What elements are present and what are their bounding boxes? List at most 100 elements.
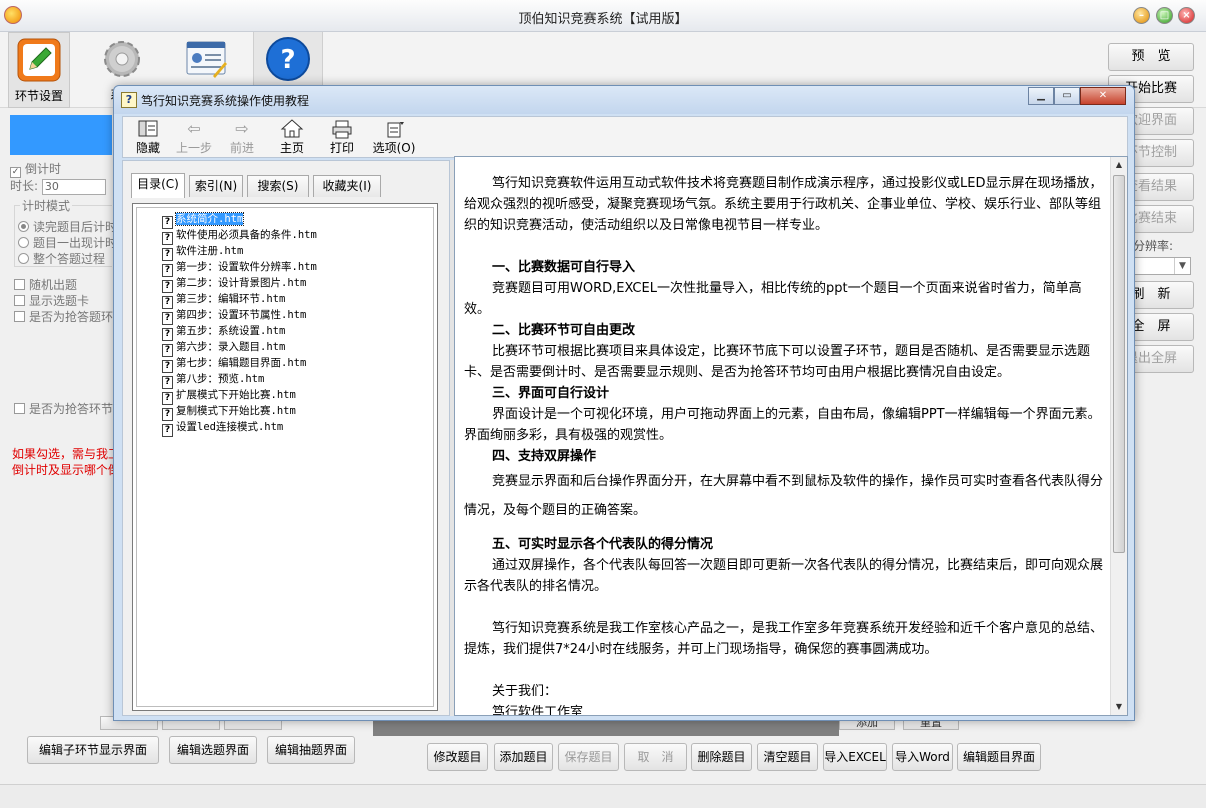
tree-item[interactable]: ? 扩展模式下开始比赛.htm: [162, 388, 296, 405]
scroll-down-icon[interactable]: ▼: [1111, 699, 1127, 715]
tree-item[interactable]: ? 第一步：设置软件分辨率.htm: [162, 260, 317, 277]
quick-answer-checkbox[interactable]: 是否为抢答题环节: [14, 308, 125, 325]
show-cards-label: 显示选题卡: [29, 294, 90, 308]
tree-item[interactable]: ? 第三步：编辑环节.htm: [162, 292, 286, 309]
article-heading-1: 一、比赛数据可自行导入: [492, 260, 636, 275]
article-heading-5: 五、可实时显示各个代表队的得分情况: [492, 537, 714, 552]
toolbar-stage-settings[interactable]: 环节设置: [8, 32, 70, 108]
delete-question-button[interactable]: 删除题目: [691, 743, 752, 771]
radio-read-then-time[interactable]: 读完题目后计时: [18, 218, 117, 235]
tree-item[interactable]: ? 第八步：预览.htm: [162, 372, 265, 389]
maximize-button[interactable]: □: [1156, 7, 1173, 24]
tree-item[interactable]: ? 第五步：系统设置.htm: [162, 324, 285, 341]
tree-item[interactable]: ? 设置led连接模式.htm: [162, 420, 283, 437]
tree-item-label: 扩展模式下开始比赛.htm: [176, 389, 296, 401]
countdown-checkbox[interactable]: ✓ 倒计时: [10, 160, 61, 178]
help-close-button[interactable]: ✕: [1080, 87, 1126, 105]
options-button[interactable]: 选项(O): [369, 119, 419, 157]
article-paragraph-3: 界面设计是一个可视化环境，用户可拖动界面上的元素，自由布局，像编辑PPT一样编辑…: [464, 407, 1101, 443]
tree-item[interactable]: ? 软件注册.htm: [162, 244, 243, 261]
tree-item[interactable]: ? 第四步：设置环节属性.htm: [162, 308, 307, 325]
scrollbar-thumb[interactable]: [1113, 175, 1125, 553]
random-checkbox[interactable]: 随机出题: [14, 276, 77, 293]
help-title-bar[interactable]: ? 笃行知识竞赛系统操作使用教程 ▁ ▭ ✕: [114, 86, 1134, 114]
radio-read-then-time-label: 读完题目后计时: [33, 220, 118, 234]
options-icon: [387, 122, 404, 138]
gear-icon: [104, 41, 140, 77]
status-bar: [0, 784, 1206, 808]
resolution-select[interactable]: ▼: [1133, 257, 1191, 275]
show-cards-checkbox[interactable]: 显示选题卡: [14, 292, 89, 309]
app-title-bar: 顶伯知识竞赛系统【试用版】 – □ ×: [0, 0, 1206, 32]
stage-list-selection[interactable]: [10, 115, 112, 155]
svg-text:?: ?: [280, 45, 295, 75]
cancel-button[interactable]: 取 消: [624, 743, 687, 771]
help-content-pane: 笃行知识竞赛软件运用互动式软件技术将竞赛题目制作成演示程序，通过投影仪或LED显…: [454, 156, 1128, 716]
content-scrollbar[interactable]: ▲ ▼: [1110, 157, 1127, 715]
checkbox-icon: [14, 311, 25, 322]
checkbox-icon: [14, 295, 25, 306]
tab-search[interactable]: 搜索(S): [247, 175, 309, 197]
print-icon: [332, 120, 352, 139]
radio-icon: [18, 253, 29, 264]
import-word-button[interactable]: 导入Word: [892, 743, 953, 771]
print-button[interactable]: 打印: [317, 119, 367, 157]
minimize-button[interactable]: –: [1133, 7, 1150, 24]
back-button[interactable]: ⇦ 上一步: [169, 119, 219, 157]
hide-label: 隐藏: [135, 141, 160, 155]
home-button[interactable]: 主页: [267, 119, 317, 157]
tree-item-label: 软件使用必须具备的条件.htm: [176, 229, 317, 241]
help-toolbar: 隐藏 ⇦ 上一步 ⇨ 前进 主页 打印 选项(O): [122, 116, 1128, 158]
edit-draw-screen-button[interactable]: 编辑抽题界面: [267, 736, 355, 764]
app-title: 顶伯知识竞赛系统【试用版】: [518, 12, 688, 27]
radio-selected-icon: [18, 221, 29, 232]
tab-favorites[interactable]: 收藏夹(I): [313, 175, 381, 197]
edit-question-screen-button[interactable]: 编辑题目界面: [957, 743, 1041, 771]
tree-item[interactable]: ? 复制模式下开始比赛.htm: [162, 404, 296, 421]
pencil-edit-icon: [17, 38, 61, 82]
tab-contents[interactable]: 目录(C): [131, 173, 185, 198]
tab-index[interactable]: 索引(N): [189, 175, 243, 197]
hide-button[interactable]: 隐藏: [123, 119, 173, 157]
help-window-title: 笃行知识竞赛系统操作使用教程: [141, 94, 310, 108]
article-paragraph-2: 比赛环节可根据比赛项目来具体设定，比赛环节底下可以设置子环节，题目是否随机、是否…: [464, 344, 1091, 380]
tree-item-label: 第四步：设置环节属性.htm: [176, 309, 307, 321]
help-question-icon: ?: [266, 37, 310, 81]
note-line-1: 如果勾选，需与我工: [12, 447, 121, 461]
add-question-button[interactable]: 添加题目: [494, 743, 553, 771]
tree-item-label: 第三步：编辑环节.htm: [176, 293, 286, 305]
clear-questions-button[interactable]: 清空题目: [757, 743, 818, 771]
tree-item[interactable]: ? 软件使用必须具备的条件.htm: [162, 228, 317, 245]
article-studio: 笃行软件工作室: [492, 705, 584, 716]
tree-item-label: 第七步：编辑题目界面.htm: [176, 357, 307, 369]
close-button[interactable]: ×: [1178, 7, 1195, 24]
tree-item[interactable]: ? 第二步：设计背景图片.htm: [162, 276, 306, 293]
help-maximize-button[interactable]: ▭: [1054, 87, 1080, 105]
edit-selection-screen-button[interactable]: 编辑选题界面: [169, 736, 257, 764]
save-question-button[interactable]: 保存题目: [558, 743, 619, 771]
article-paragraph-1: 竞赛题目可用WORD,EXCEL一次性批量导入，相比传统的ppt一个题目一个页面…: [464, 281, 1082, 317]
tree-item[interactable]: ? 第六步：录入题目.htm: [162, 340, 286, 357]
countdown-label: 倒计时: [25, 162, 62, 176]
quick-answer-stage-checkbox[interactable]: 是否为抢答环节: [14, 400, 113, 417]
article-paragraph-4: 竞赛显示界面和后台操作界面分开，在大屏幕中看不到鼠标及软件的操作，操作员可实时查…: [464, 474, 1104, 518]
radio-whole-process[interactable]: 整个答题过程: [18, 250, 105, 267]
preview-button[interactable]: 预 览: [1108, 43, 1194, 71]
help-minimize-button[interactable]: ▁: [1028, 87, 1054, 105]
modify-question-button[interactable]: 修改题目: [427, 743, 488, 771]
quick-answer-label: 是否为抢答题环节: [29, 310, 126, 324]
article-intro: 笃行知识竞赛软件运用互动式软件技术将竞赛题目制作成演示程序，通过投影仪或LED显…: [464, 176, 1103, 233]
tree-item-label: 第六步：录入题目.htm: [176, 341, 286, 353]
tree-item[interactable]: ? 第七步：编辑题目界面.htm: [162, 356, 307, 373]
import-excel-button[interactable]: 导入EXCEL: [823, 743, 887, 771]
duration-input[interactable]: 30: [41, 178, 106, 195]
checkbox-icon: [14, 279, 25, 290]
tree-item-label: 第八步：预览.htm: [176, 373, 265, 385]
scroll-up-icon[interactable]: ▲: [1111, 157, 1127, 173]
edit-substage-display-button[interactable]: 编辑子环节显示界面: [27, 736, 159, 764]
timer-mode-label: 计时模式: [20, 197, 73, 214]
help-window: ? 笃行知识竞赛系统操作使用教程 ▁ ▭ ✕ 隐藏 ⇦ 上一步 ⇨ 前进 主页 …: [113, 85, 1135, 721]
forward-button[interactable]: ⇨ 前进: [217, 119, 267, 157]
radio-time-on-show[interactable]: 题目一出现计时: [18, 234, 117, 251]
tree-item[interactable]: ? 系统简介.htm: [162, 212, 245, 229]
